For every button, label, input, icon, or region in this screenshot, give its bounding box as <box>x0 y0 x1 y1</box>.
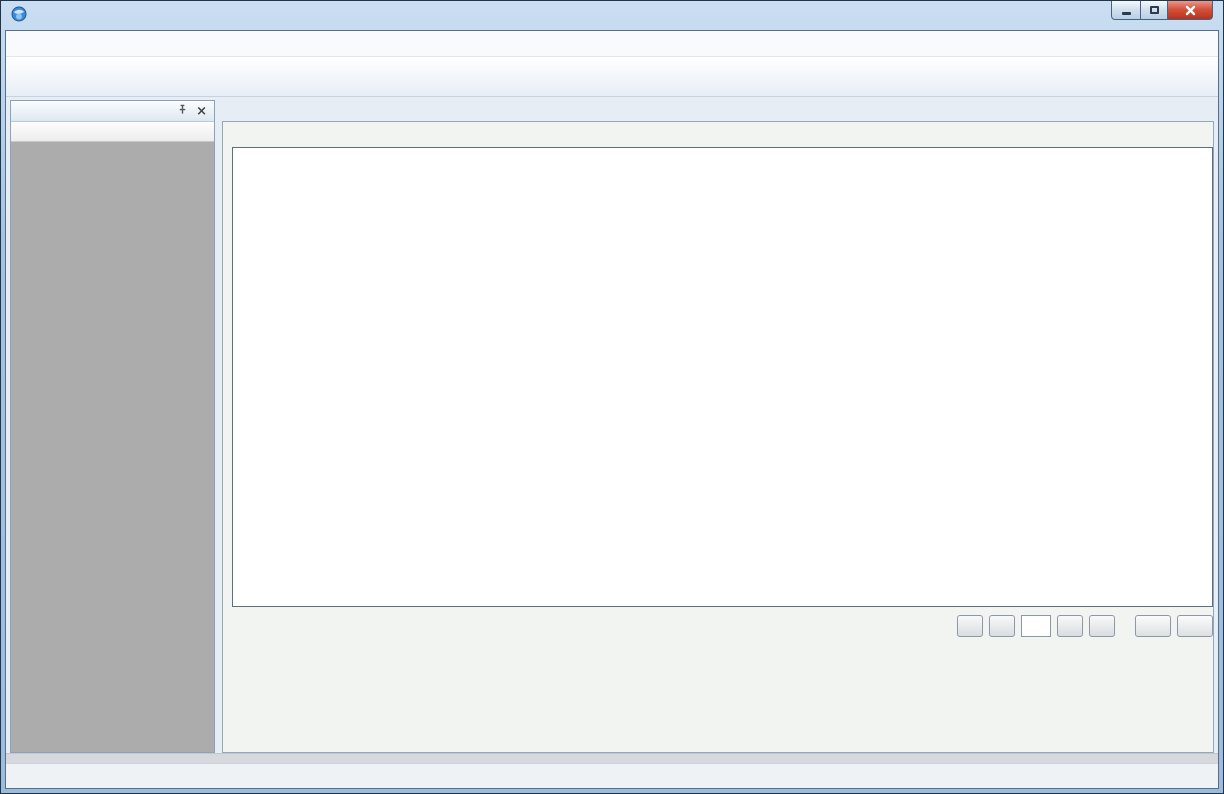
prev-page-button[interactable] <box>989 615 1015 637</box>
tool-window-header: × <box>11 101 214 122</box>
tool-window-panel: × <box>10 100 215 753</box>
bottom-strip <box>6 753 1218 763</box>
close-button[interactable] <box>1167 1 1213 20</box>
title-bar <box>5 1 1219 30</box>
toolbar <box>6 57 1218 97</box>
close-icon <box>1185 5 1196 16</box>
export-current-page-button[interactable] <box>1135 615 1171 637</box>
maximize-button[interactable] <box>1140 1 1168 20</box>
pagination-bar <box>232 615 1213 637</box>
app-window: × <box>0 0 1224 794</box>
minimize-icon <box>1122 12 1131 15</box>
status-bar <box>6 763 1218 788</box>
first-page-button[interactable] <box>957 615 983 637</box>
tab-page <box>222 122 1214 753</box>
app-icon <box>11 6 27 25</box>
tool-window-close-icon[interactable]: × <box>196 105 207 118</box>
main-area: × <box>6 97 1218 753</box>
sidebar-items <box>11 142 214 752</box>
window-controls <box>1112 1 1213 20</box>
last-page-button[interactable] <box>1089 615 1115 637</box>
minimize-button[interactable] <box>1111 1 1141 20</box>
maximize-icon <box>1150 6 1159 14</box>
tab-strip <box>222 100 1214 122</box>
next-page-button[interactable] <box>1057 615 1083 637</box>
page-number-box[interactable] <box>1021 615 1051 637</box>
data-grid <box>232 147 1213 607</box>
menu-bar <box>6 31 1218 57</box>
app-client-area: × <box>5 30 1219 789</box>
export-all-pages-button[interactable] <box>1177 615 1213 637</box>
sidebar-section-title <box>11 122 214 142</box>
splitter[interactable] <box>215 100 222 753</box>
content-area <box>222 100 1214 753</box>
pin-icon[interactable] <box>177 104 188 118</box>
